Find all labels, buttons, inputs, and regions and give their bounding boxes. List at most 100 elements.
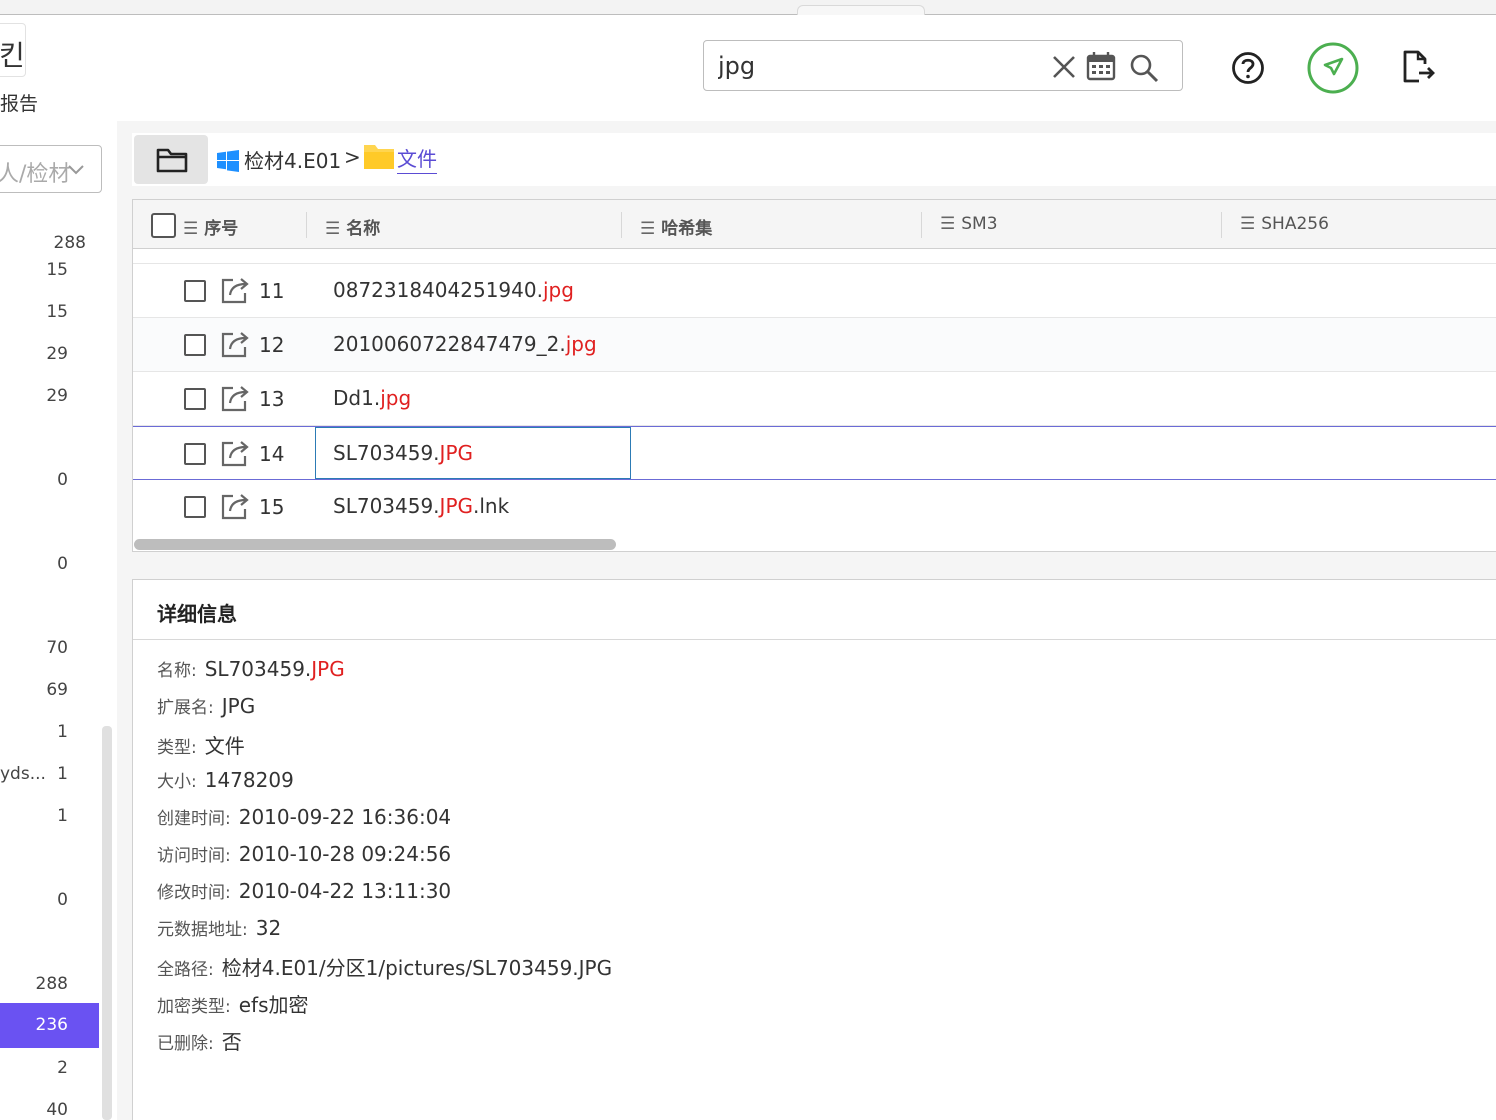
report-icon: 킨	[0, 39, 25, 72]
detail-field: 扩展名: JPG	[157, 694, 256, 718]
search-input[interactable]	[718, 50, 1038, 82]
help-icon[interactable]	[1231, 51, 1265, 89]
left-count[interactable]: 1	[0, 806, 68, 826]
list-icon: ☰	[325, 219, 341, 239]
folder-button[interactable]	[134, 135, 208, 184]
column-header[interactable]: ☰ 名称	[325, 214, 380, 239]
left-count[interactable]: 2	[0, 1058, 68, 1078]
left-count[interactable]: 69	[0, 680, 68, 700]
export-icon[interactable]	[1401, 49, 1437, 89]
breadcrumb: 检材4.E01 > 文件	[132, 133, 1496, 186]
list-icon: ☰	[1240, 214, 1256, 234]
left-count[interactable]: 0	[0, 554, 68, 574]
detail-field: 访问时间: 2010-10-28 09:24:56	[157, 842, 452, 866]
row-filename: SL703459.JPG.lnk	[333, 494, 510, 518]
row-checkbox[interactable]	[184, 280, 206, 302]
left-count-selected[interactable]: 236	[0, 1003, 99, 1048]
left-panel: 人/检材 288 15 15 29 29 0 0 70 69 1 yds... …	[0, 133, 117, 1120]
row-index: 11	[259, 279, 285, 303]
left-count[interactable]: 40	[0, 1100, 68, 1120]
search-box	[703, 40, 1183, 91]
detail-field: 创建时间: 2010-09-22 16:36:04	[157, 805, 452, 829]
breadcrumb-current[interactable]: 文件	[397, 143, 437, 174]
row-checkbox[interactable]	[184, 388, 206, 410]
folder-outline-icon	[156, 148, 188, 173]
list-icon: ☰	[940, 214, 956, 234]
evidence-select[interactable]: 人/检材	[0, 145, 102, 193]
row-filename: 2010060722847479_2.jpg	[333, 332, 597, 356]
row-filename: 0872318404251940.jpg	[333, 278, 574, 302]
detail-field-name: 名称: SL703459.JPG	[157, 657, 345, 681]
select-all-checkbox[interactable]	[151, 213, 176, 238]
share-icon[interactable]	[220, 330, 250, 362]
app-header: 킨 报告	[0, 15, 1496, 121]
detail-field: 大小: 1478209	[157, 768, 294, 792]
row-checkbox[interactable]	[184, 496, 206, 518]
row-index: 12	[259, 333, 285, 357]
detail-field: 已删除: 否	[157, 1030, 242, 1054]
folder-icon	[363, 142, 395, 174]
share-icon[interactable]	[220, 439, 250, 471]
chevron-down-icon	[67, 160, 85, 182]
report-button[interactable]: 킨	[0, 23, 26, 77]
row-filename: Dd1.jpg	[333, 386, 412, 410]
left-count[interactable]: 0	[0, 470, 68, 490]
left-count[interactable]: 288	[0, 233, 86, 253]
report-label: 报告	[0, 93, 39, 115]
evidence-select-value: 人/检材	[0, 162, 71, 187]
column-resizer[interactable]	[306, 212, 307, 238]
calendar-icon[interactable]	[1086, 51, 1116, 85]
breadcrumb-root[interactable]: 检材4.E01	[244, 145, 341, 174]
left-count[interactable]: 70	[0, 638, 68, 658]
detail-field: 加密类型: efs加密	[157, 993, 309, 1017]
row-checkbox[interactable]	[184, 334, 206, 356]
divider	[133, 639, 1496, 640]
browser-tab[interactable]	[797, 5, 925, 15]
column-resizer[interactable]	[921, 212, 922, 238]
detail-field: 类型: 文件	[157, 734, 245, 758]
column-resizer[interactable]	[621, 212, 622, 238]
column-resizer[interactable]	[1221, 212, 1222, 238]
row-index: 14	[259, 442, 285, 466]
left-count[interactable]: 1	[0, 764, 68, 784]
search-icon[interactable]	[1129, 53, 1159, 87]
share-icon[interactable]	[220, 276, 250, 308]
row-index: 13	[259, 387, 285, 411]
detail-panel: 详细信息 名称: SL703459.JPG 扩展名: JPG 类型: 文件 大小: 14…	[132, 579, 1496, 1120]
row-index: 15	[259, 495, 285, 519]
rocket-icon[interactable]	[1306, 41, 1360, 99]
windows-icon	[217, 150, 239, 176]
share-icon[interactable]	[220, 492, 250, 524]
column-header[interactable]: ☰ SM3	[940, 214, 998, 234]
table-row[interactable]: 13 Dd1.jpg	[133, 372, 1496, 426]
table-row[interactable]: 11 0872318404251940.jpg	[133, 264, 1496, 318]
share-icon[interactable]	[220, 384, 250, 416]
left-count[interactable]: 1	[0, 722, 68, 742]
row-filename: SL703459.JPG	[333, 441, 474, 465]
row-checkbox[interactable]	[184, 443, 206, 465]
table-row[interactable]: 12 2010060722847479_2.jpg	[133, 318, 1496, 372]
browser-tab-strip	[0, 0, 1496, 15]
horizontal-scrollbar[interactable]	[134, 539, 616, 550]
left-count[interactable]: 29	[0, 386, 68, 406]
left-count[interactable]: 15	[0, 302, 68, 322]
breadcrumb-separator: >	[344, 145, 361, 169]
list-icon: ☰	[640, 219, 656, 239]
table-row[interactable]: 15 SL703459.JPG.lnk	[133, 480, 1496, 534]
column-header[interactable]: ☰ 序号	[183, 214, 238, 239]
detail-title: 详细信息	[157, 602, 237, 626]
table-row-partial	[133, 249, 1496, 264]
left-scrollbar[interactable]	[102, 726, 112, 1120]
detail-field: 元数据地址: 32	[157, 916, 282, 940]
table-row-selected[interactable]: 14 SL703459.JPG	[133, 426, 1496, 480]
clear-icon[interactable]	[1050, 53, 1078, 85]
column-header[interactable]: ☰ SHA256	[1240, 214, 1329, 234]
detail-field: 修改时间: 2010-04-22 13:11:30	[157, 879, 452, 903]
file-table: ☰ 序号 ☰ 名称 ☰ 哈希集 ☰ SM3 ☰ SHA256 11 08723184042…	[132, 199, 1496, 552]
left-count[interactable]: 29	[0, 344, 68, 364]
list-icon: ☰	[183, 219, 199, 239]
left-count[interactable]: 288	[0, 974, 68, 994]
left-count[interactable]: 15	[0, 260, 68, 280]
column-header[interactable]: ☰ 哈希集	[640, 214, 712, 239]
left-count[interactable]: 0	[0, 890, 68, 910]
